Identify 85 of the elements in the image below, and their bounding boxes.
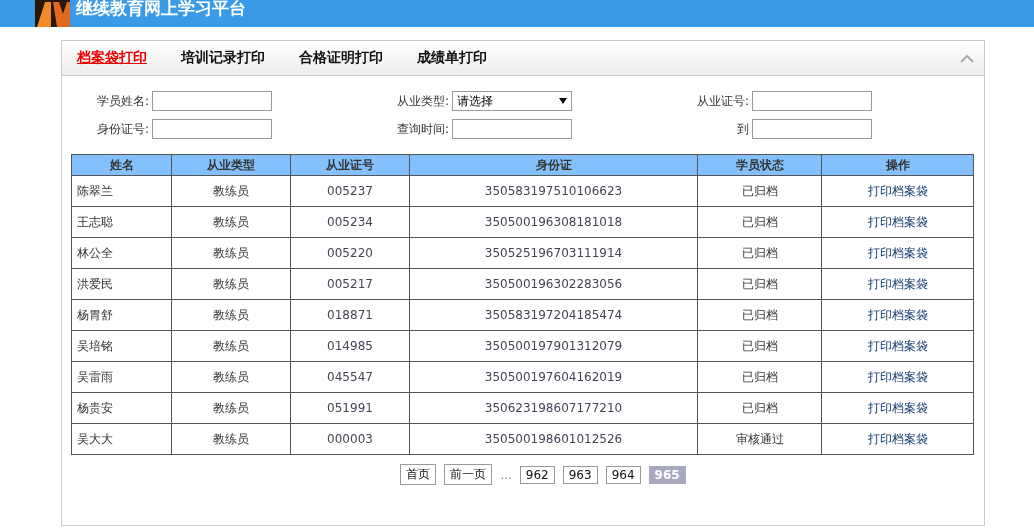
table-cell: 王志聪 [71, 206, 172, 238]
table-cell: 教练员 [171, 330, 291, 362]
field-label: 学员姓名: [95, 92, 150, 110]
input-field[interactable] [152, 91, 272, 111]
table-cell: 000003 [290, 423, 410, 455]
table-cell: 吴雷雨 [71, 361, 172, 393]
page-number[interactable]: 962 [519, 465, 555, 484]
field-label: 身份证号: [95, 120, 150, 138]
column-header: 姓名 [71, 154, 172, 176]
table-cell: 350525196703111914 [409, 237, 698, 269]
column-header: 从业证号 [290, 154, 410, 176]
table-cell: 教练员 [171, 206, 291, 238]
table-cell: 洪爱民 [71, 268, 172, 300]
table-cell: 350500196302283056 [409, 268, 698, 300]
table-cell: 051991 [290, 392, 410, 424]
print-link[interactable]: 打印档案袋 [867, 214, 928, 229]
input-field[interactable] [152, 119, 272, 139]
table-cell: 350500197901312079 [409, 330, 698, 362]
input-field[interactable] [752, 91, 872, 111]
table-cell: 教练员 [171, 423, 291, 455]
table-cell: 审核通过 [697, 423, 822, 455]
print-link[interactable]: 打印档案袋 [867, 183, 928, 198]
page-number[interactable]: 963 [562, 465, 598, 484]
table-cell: 350583197204185474 [409, 299, 698, 331]
table-cell: 014985 [290, 330, 410, 362]
ellipsis: ... [500, 467, 512, 482]
dropdown-arrow-icon [559, 98, 567, 104]
table-cell: 350500197604162019 [409, 361, 698, 393]
field-label: 从业证号: [695, 92, 750, 110]
field-label: 到 [736, 120, 750, 138]
field-label: 查询时间: [395, 120, 450, 138]
table-cell: 已归档 [697, 299, 822, 331]
table-cell: 教练员 [171, 361, 291, 393]
column-header: 操作 [821, 154, 974, 176]
table-cell: 350623198607177210 [409, 392, 698, 424]
field-label: 从业类型: [395, 92, 450, 110]
table-cell: 教练员 [171, 268, 291, 300]
print-link[interactable]: 打印档案袋 [867, 307, 928, 322]
print-link[interactable]: 打印档案袋 [867, 245, 928, 260]
page-button[interactable]: 前一页 [444, 464, 493, 485]
table-cell: 已归档 [697, 361, 822, 393]
table-cell: 350583197510106623 [409, 175, 698, 207]
table-cell: 已归档 [697, 392, 822, 424]
print-link[interactable]: 打印档案袋 [867, 400, 928, 415]
column-header: 学员状态 [697, 154, 822, 176]
print-link[interactable]: 打印档案袋 [867, 369, 928, 384]
table-cell: 005220 [290, 237, 410, 269]
table-cell: 已归档 [697, 268, 822, 300]
collapse-icon[interactable] [960, 53, 974, 63]
table-cell: 005237 [290, 175, 410, 207]
table-cell: 林公全 [71, 237, 172, 269]
input-field[interactable] [752, 119, 872, 139]
table-cell: 杨胃舒 [71, 299, 172, 331]
logo-icon [35, 0, 70, 27]
tab[interactable]: 成绩单打印 [417, 49, 487, 67]
table-cell: 350500196308181018 [409, 206, 698, 238]
print-link[interactable]: 打印档案袋 [867, 431, 928, 446]
table-cell: 045547 [290, 361, 410, 393]
tab[interactable]: 培训记录打印 [181, 49, 265, 67]
table-cell: 杨贵安 [71, 392, 172, 424]
table-cell: 吴培铭 [71, 330, 172, 362]
tab[interactable]: 合格证明打印 [299, 49, 383, 67]
input-field[interactable] [452, 119, 572, 139]
print-link[interactable]: 打印档案袋 [867, 276, 928, 291]
column-header: 身份证 [409, 154, 698, 176]
table-cell: 陈翠兰 [71, 175, 172, 207]
table-cell: 005217 [290, 268, 410, 300]
table-cell: 教练员 [171, 299, 291, 331]
table-cell: 教练员 [171, 175, 291, 207]
page-button[interactable]: 首页 [400, 464, 437, 485]
table-cell: 018871 [290, 299, 410, 331]
print-link[interactable]: 打印档案袋 [867, 338, 928, 353]
table-cell: 已归档 [697, 330, 822, 362]
page-number[interactable]: 964 [605, 465, 641, 484]
table-cell: 已归档 [697, 175, 822, 207]
column-header: 从业类型 [171, 154, 291, 176]
table-cell: 350500198601012526 [409, 423, 698, 455]
table-cell: 已归档 [697, 237, 822, 269]
table-cell: 已归档 [697, 206, 822, 238]
tab[interactable]: 档案袋打印 [77, 49, 147, 67]
type-dropdown[interactable]: 请选择 [452, 91, 572, 111]
table-cell: 吴大大 [71, 423, 172, 455]
table-cell: 教练员 [171, 392, 291, 424]
table-cell: 005234 [290, 206, 410, 238]
table-cell: 教练员 [171, 237, 291, 269]
